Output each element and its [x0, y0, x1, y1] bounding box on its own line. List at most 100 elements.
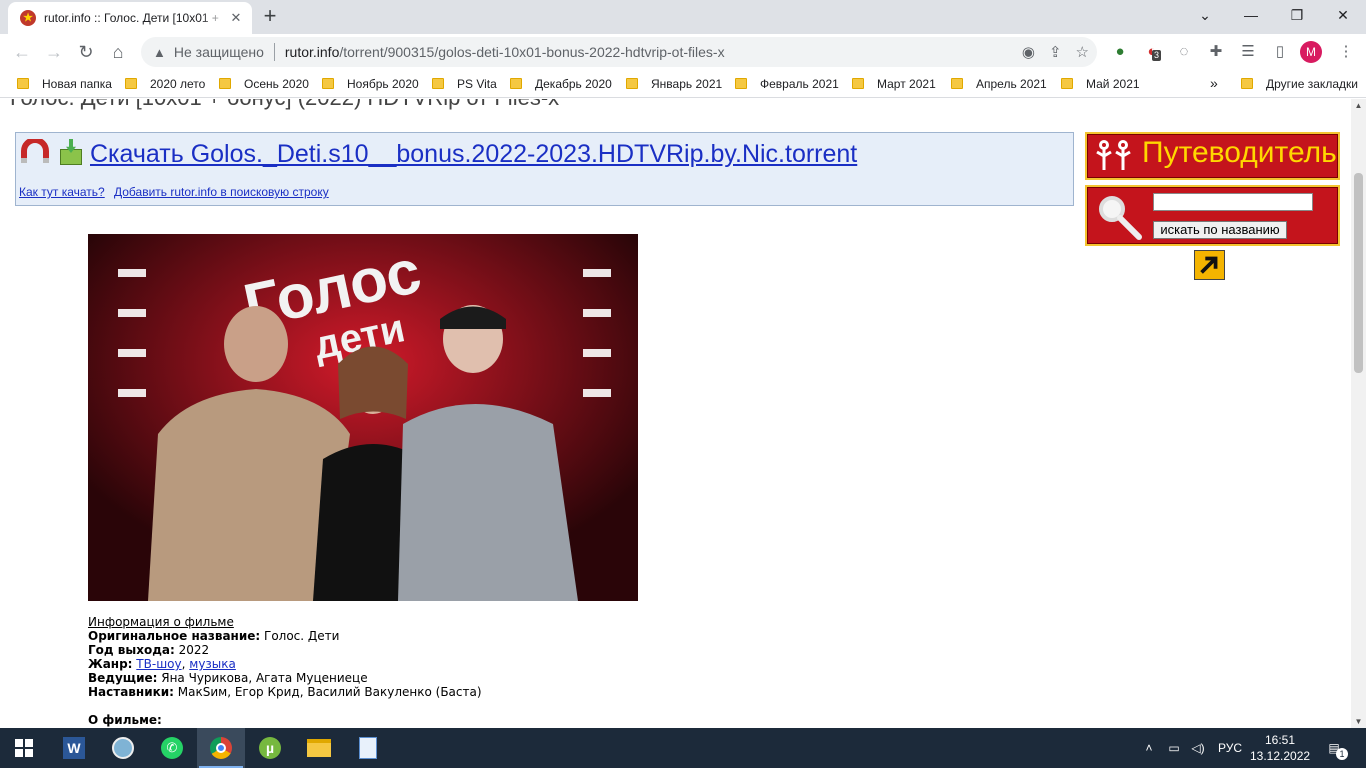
bookmark-folder[interactable]: Осень 2020	[219, 75, 309, 93]
paint-app-icon[interactable]	[99, 728, 147, 768]
puzzle-extensions-icon[interactable]: ✚	[1204, 40, 1228, 64]
orig-title-label: Оригинальное название:	[88, 629, 261, 643]
browser-tab[interactable]: ★ rutor.info :: Голос. Дети [10x01 + ✕	[8, 2, 252, 34]
side-panel-icon[interactable]: ▯	[1268, 40, 1292, 64]
share-icon[interactable]: ⇪	[1049, 43, 1062, 61]
about-label: О фильме:	[88, 713, 162, 727]
url-host[interactable]: rutor.info	[285, 44, 339, 60]
year-label: Год выхода:	[88, 643, 175, 657]
restore-button[interactable]: ❐	[1274, 0, 1320, 30]
bookmark-folder[interactable]: Май 2021	[1061, 75, 1140, 93]
reload-icon[interactable]: ↻	[70, 36, 102, 68]
bookmark-folder[interactable]: Февраль 2021	[735, 75, 839, 93]
address-bar[interactable]: ▲ Не защищено rutor.info/torrent/900315/…	[141, 37, 1097, 67]
search-input[interactable]	[1153, 193, 1313, 211]
bookmark-label: Апрель 2021	[976, 77, 1047, 91]
bookmark-folder[interactable]: Январь 2021	[626, 75, 722, 93]
scrollbar-thumb[interactable]	[1354, 173, 1363, 373]
windows-start-icon[interactable]	[0, 728, 48, 768]
page-content: Голос. Дети [10x01 + бонус] (2022) HDTVR…	[0, 99, 1351, 728]
close-window-button[interactable]: ✕	[1320, 0, 1366, 30]
bookmark-folder[interactable]: Ноябрь 2020	[322, 75, 419, 93]
volume-icon[interactable]: ◁)	[1188, 728, 1208, 768]
orig-title-value: Голос. Дети	[260, 629, 340, 643]
bookmark-label: PS Vita	[457, 77, 497, 91]
new-tab-button[interactable]: +	[258, 5, 282, 29]
tab-search-icon[interactable]: ⌄	[1182, 0, 1228, 30]
bookmark-label: Март 2021	[877, 77, 936, 91]
scroll-down-icon[interactable]: ▼	[1351, 717, 1366, 726]
omnibox-divider	[273, 43, 275, 61]
folder-icon	[125, 78, 137, 89]
url-path[interactable]: /torrent/900315/golos-deti-10x01-bonus-2…	[339, 44, 724, 60]
genre-link-music[interactable]: музыка	[189, 657, 236, 671]
download-torrent-link[interactable]: Скачать Golos._Deti.s10__bonus.2022-2023…	[90, 140, 857, 169]
system-clock[interactable]: 16:51 13.12.2022	[1250, 732, 1310, 764]
bookmark-label: Февраль 2021	[760, 77, 839, 91]
notification-center-icon[interactable]: ▤ 1	[1322, 728, 1348, 768]
magnifier-icon	[1099, 196, 1142, 240]
bookmark-label: Новая папка	[42, 77, 112, 91]
movie-info-link[interactable]: Информация о фильме	[88, 615, 234, 629]
hosts-label: Ведущие:	[88, 671, 158, 685]
bookmarks-bar: Новая папка 2020 лето Осень 2020 Ноябрь …	[0, 70, 1366, 98]
scroll-top-button[interactable]	[1194, 250, 1225, 280]
home-icon[interactable]: ⌂	[102, 36, 134, 68]
bookmark-folder[interactable]: PS Vita	[432, 75, 497, 93]
how-to-download-link[interactable]: Как тут качать?	[19, 185, 105, 199]
guide-banner-button[interactable]: Путеводитель	[1085, 132, 1340, 180]
bookmark-folder[interactable]: Декабрь 2020	[510, 75, 612, 93]
people-icon	[1096, 140, 1131, 170]
other-bookmarks-folder[interactable]: Другие закладки	[1241, 75, 1358, 93]
notepad-app-icon[interactable]	[344, 728, 392, 768]
bookmark-folder[interactable]: 2020 лето	[125, 75, 205, 93]
guide-label: Путеводитель	[1142, 136, 1337, 169]
clock-date: 13.12.2022	[1250, 749, 1311, 763]
download-icon[interactable]	[60, 139, 82, 165]
scroll-up-icon[interactable]: ▲	[1351, 101, 1366, 110]
language-indicator[interactable]: РУС	[1214, 728, 1246, 768]
folder-icon	[17, 78, 29, 89]
genre-link-tv-show[interactable]: ТВ-шоу	[136, 657, 181, 671]
magnet-icon[interactable]	[20, 139, 50, 165]
network-icon[interactable]: ▭	[1164, 728, 1184, 768]
chrome-app-icon[interactable]	[197, 728, 245, 768]
file-explorer-icon[interactable]	[295, 728, 343, 768]
hosts-value: Яна Чурикова, Агата Муцениеце	[157, 671, 368, 685]
extension-badge: 3	[1152, 50, 1162, 61]
browser-tab-strip: ★ rutor.info :: Голос. Дети [10x01 + ✕ +…	[0, 0, 1366, 34]
bookmark-folder[interactable]: Март 2021	[852, 75, 936, 93]
bookmark-folder[interactable]: Новая папка	[17, 75, 112, 93]
bookmarks-overflow-button[interactable]: »	[1210, 74, 1218, 92]
bookmark-folder[interactable]: Апрель 2021	[951, 75, 1047, 93]
add-search-engine-link[interactable]: Добавить rutor.info в поисковую строку	[114, 185, 329, 199]
search-by-name-button[interactable]: искать по названию	[1153, 221, 1287, 239]
vpn-globe-icon[interactable]: ◌	[1172, 40, 1196, 64]
utorrent-app-icon[interactable]: µ	[246, 728, 294, 768]
forward-arrow-icon[interactable]: →	[38, 36, 70, 68]
media-queue-icon[interactable]: ☰	[1236, 40, 1260, 64]
word-app-icon[interactable]: W	[50, 728, 98, 768]
adblock-extension-icon[interactable]: ◐3	[1140, 40, 1164, 64]
bookmark-label: 2020 лето	[150, 77, 206, 91]
back-arrow-icon[interactable]: ←	[6, 36, 38, 68]
notification-count-badge: 1	[1336, 748, 1348, 760]
arrow-up-right-icon	[1200, 256, 1218, 274]
warning-triangle-icon[interactable]: ▲	[153, 45, 166, 60]
eye-off-icon[interactable]: ◉	[1022, 43, 1035, 61]
profile-avatar[interactable]: M	[1300, 41, 1322, 63]
tray-chevron-icon[interactable]: ˄	[1140, 728, 1158, 768]
folder-icon	[1061, 78, 1073, 89]
bookmark-label: Осень 2020	[244, 77, 309, 91]
star-bookmark-icon[interactable]: ☆	[1076, 43, 1089, 61]
globe-extension-icon[interactable]: ●	[1108, 40, 1132, 64]
tab-close-icon[interactable]: ✕	[228, 10, 244, 26]
menu-dots-icon[interactable]: ⋮	[1334, 40, 1358, 64]
folder-icon	[735, 78, 747, 89]
page-scrollbar[interactable]: ▲ ▼	[1351, 99, 1366, 728]
rutor-favicon-icon: ★	[20, 10, 36, 26]
security-label[interactable]: Не защищено	[174, 44, 264, 60]
folder-icon	[219, 78, 231, 89]
minimize-button[interactable]: —	[1228, 0, 1274, 30]
whatsapp-app-icon[interactable]: ✆	[148, 728, 196, 768]
